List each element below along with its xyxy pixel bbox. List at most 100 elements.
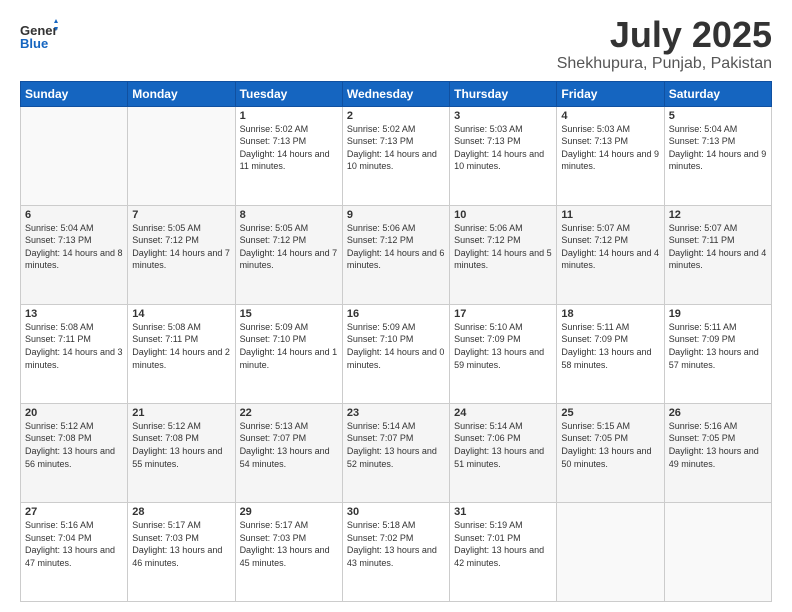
- calendar-cell: 21Sunrise: 5:12 AMSunset: 7:08 PMDayligh…: [128, 403, 235, 502]
- calendar-week-2: 6Sunrise: 5:04 AMSunset: 7:13 PMDaylight…: [21, 205, 772, 304]
- calendar-cell: [128, 106, 235, 205]
- day-info: Sunrise: 5:10 AMSunset: 7:09 PMDaylight:…: [454, 321, 552, 371]
- day-number: 10: [454, 209, 552, 221]
- calendar-table: SundayMondayTuesdayWednesdayThursdayFrid…: [20, 81, 772, 602]
- day-info: Sunrise: 5:03 AMSunset: 7:13 PMDaylight:…: [454, 123, 552, 173]
- calendar-cell: 26Sunrise: 5:16 AMSunset: 7:05 PMDayligh…: [664, 403, 771, 502]
- logo-icon: General Blue: [20, 15, 58, 53]
- calendar-cell: 1Sunrise: 5:02 AMSunset: 7:13 PMDaylight…: [235, 106, 342, 205]
- calendar-cell: 5Sunrise: 5:04 AMSunset: 7:13 PMDaylight…: [664, 106, 771, 205]
- calendar-cell: 18Sunrise: 5:11 AMSunset: 7:09 PMDayligh…: [557, 304, 664, 403]
- day-info: Sunrise: 5:07 AMSunset: 7:11 PMDaylight:…: [669, 222, 767, 272]
- day-info: Sunrise: 5:04 AMSunset: 7:13 PMDaylight:…: [669, 123, 767, 173]
- day-number: 24: [454, 407, 552, 419]
- day-info: Sunrise: 5:06 AMSunset: 7:12 PMDaylight:…: [454, 222, 552, 272]
- day-info: Sunrise: 5:18 AMSunset: 7:02 PMDaylight:…: [347, 519, 445, 569]
- day-header-sunday: Sunday: [21, 81, 128, 106]
- day-info: Sunrise: 5:07 AMSunset: 7:12 PMDaylight:…: [561, 222, 659, 272]
- calendar-week-3: 13Sunrise: 5:08 AMSunset: 7:11 PMDayligh…: [21, 304, 772, 403]
- calendar-cell: 17Sunrise: 5:10 AMSunset: 7:09 PMDayligh…: [450, 304, 557, 403]
- day-info: Sunrise: 5:08 AMSunset: 7:11 PMDaylight:…: [25, 321, 123, 371]
- day-info: Sunrise: 5:03 AMSunset: 7:13 PMDaylight:…: [561, 123, 659, 173]
- day-info: Sunrise: 5:16 AMSunset: 7:05 PMDaylight:…: [669, 420, 767, 470]
- calendar-cell: 11Sunrise: 5:07 AMSunset: 7:12 PMDayligh…: [557, 205, 664, 304]
- calendar-cell: [557, 502, 664, 601]
- day-number: 29: [240, 506, 338, 518]
- day-info: Sunrise: 5:04 AMSunset: 7:13 PMDaylight:…: [25, 222, 123, 272]
- day-number: 30: [347, 506, 445, 518]
- day-number: 12: [669, 209, 767, 221]
- day-number: 22: [240, 407, 338, 419]
- calendar-cell: 23Sunrise: 5:14 AMSunset: 7:07 PMDayligh…: [342, 403, 449, 502]
- calendar-cell: 22Sunrise: 5:13 AMSunset: 7:07 PMDayligh…: [235, 403, 342, 502]
- calendar-cell: 4Sunrise: 5:03 AMSunset: 7:13 PMDaylight…: [557, 106, 664, 205]
- calendar-cell: 27Sunrise: 5:16 AMSunset: 7:04 PMDayligh…: [21, 502, 128, 601]
- calendar-cell: 25Sunrise: 5:15 AMSunset: 7:05 PMDayligh…: [557, 403, 664, 502]
- calendar-cell: 8Sunrise: 5:05 AMSunset: 7:12 PMDaylight…: [235, 205, 342, 304]
- calendar-week-1: 1 Sunrise: 5:02 AMSunset: 7:13 PMDaylight…: [21, 106, 772, 205]
- day-number: 8: [240, 209, 338, 221]
- day-number: 11: [561, 209, 659, 221]
- day-info: Sunrise: 5:11 AMSunset: 7:09 PMDaylight:…: [561, 321, 659, 371]
- calendar-cell: 12Sunrise: 5:07 AMSunset: 7:11 PMDayligh…: [664, 205, 771, 304]
- calendar-cell: 2Sunrise: 5:02 AMSunset: 7:13 PMDaylight…: [342, 106, 449, 205]
- day-info: Sunrise: 5:02 AMSunset: 7:13 PMDaylight:…: [347, 123, 445, 173]
- day-info: Sunrise: 5:16 AMSunset: 7:04 PMDaylight:…: [25, 519, 123, 569]
- calendar-cell: 7Sunrise: 5:05 AMSunset: 7:12 PMDaylight…: [128, 205, 235, 304]
- calendar-cell: 16Sunrise: 5:09 AMSunset: 7:10 PMDayligh…: [342, 304, 449, 403]
- calendar-cell: 13Sunrise: 5:08 AMSunset: 7:11 PMDayligh…: [21, 304, 128, 403]
- day-number: 13: [25, 308, 123, 320]
- day-header-wednesday: Wednesday: [342, 81, 449, 106]
- calendar-week-4: 20Sunrise: 5:12 AMSunset: 7:08 PMDayligh…: [21, 403, 772, 502]
- calendar-cell: 20Sunrise: 5:12 AMSunset: 7:08 PMDayligh…: [21, 403, 128, 502]
- calendar-cell: 10Sunrise: 5:06 AMSunset: 7:12 PMDayligh…: [450, 205, 557, 304]
- title-block: July 2025 Shekhupura, Punjab, Pakistan: [557, 15, 772, 73]
- calendar-cell: 3Sunrise: 5:03 AMSunset: 7:13 PMDaylight…: [450, 106, 557, 205]
- day-number: 21: [132, 407, 230, 419]
- day-number: 6: [25, 209, 123, 221]
- day-info: Sunrise: 5:14 AMSunset: 7:06 PMDaylight:…: [454, 420, 552, 470]
- day-number: 4: [561, 110, 659, 122]
- day-info: Sunrise: 5:14 AMSunset: 7:07 PMDaylight:…: [347, 420, 445, 470]
- day-info: Sunrise: 5:05 AMSunset: 7:12 PMDaylight:…: [132, 222, 230, 272]
- day-number: 17: [454, 308, 552, 320]
- day-number: 9: [347, 209, 445, 221]
- day-number: 26: [669, 407, 767, 419]
- day-info: Sunrise: 5:12 AMSunset: 7:08 PMDaylight:…: [25, 420, 123, 470]
- calendar-cell: 14Sunrise: 5:08 AMSunset: 7:11 PMDayligh…: [128, 304, 235, 403]
- calendar-week-5: 27Sunrise: 5:16 AMSunset: 7:04 PMDayligh…: [21, 502, 772, 601]
- header: General Blue July 2025 Shekhupura, Punja…: [20, 15, 772, 73]
- day-number: 25: [561, 407, 659, 419]
- day-number: 31: [454, 506, 552, 518]
- day-info: Sunrise: 5:17 AMSunset: 7:03 PMDaylight:…: [240, 519, 338, 569]
- day-number: 27: [25, 506, 123, 518]
- day-number: 28: [132, 506, 230, 518]
- day-info: Sunrise: 5:11 AMSunset: 7:09 PMDaylight:…: [669, 321, 767, 371]
- day-number: 7: [132, 209, 230, 221]
- calendar-cell: 15Sunrise: 5:09 AMSunset: 7:10 PMDayligh…: [235, 304, 342, 403]
- day-info: Sunrise: 5:06 AMSunset: 7:12 PMDaylight:…: [347, 222, 445, 272]
- svg-text:Blue: Blue: [20, 36, 48, 51]
- day-number: 1: [240, 110, 338, 122]
- calendar-cell: [664, 502, 771, 601]
- day-header-monday: Monday: [128, 81, 235, 106]
- day-number: 14: [132, 308, 230, 320]
- day-info: Sunrise: 5:09 AMSunset: 7:10 PMDaylight:…: [347, 321, 445, 371]
- day-number: 16: [347, 308, 445, 320]
- calendar-cell: [21, 106, 128, 205]
- subtitle: Shekhupura, Punjab, Pakistan: [557, 55, 772, 73]
- day-number: 15: [240, 308, 338, 320]
- calendar-cell: 24Sunrise: 5:14 AMSunset: 7:06 PMDayligh…: [450, 403, 557, 502]
- day-number: 23: [347, 407, 445, 419]
- day-info: Sunrise: 5:09 AMSunset: 7:10 PMDaylight:…: [240, 321, 338, 371]
- page: General Blue July 2025 Shekhupura, Punja…: [0, 0, 792, 612]
- calendar-cell: 28Sunrise: 5:17 AMSunset: 7:03 PMDayligh…: [128, 502, 235, 601]
- day-number: 19: [669, 308, 767, 320]
- day-info: Sunrise: 5:19 AMSunset: 7:01 PMDaylight:…: [454, 519, 552, 569]
- day-info: Sunrise: 5:08 AMSunset: 7:11 PMDaylight:…: [132, 321, 230, 371]
- day-number: 2: [347, 110, 445, 122]
- day-header-friday: Friday: [557, 81, 664, 106]
- calendar-cell: 30Sunrise: 5:18 AMSunset: 7:02 PMDayligh…: [342, 502, 449, 601]
- logo: General Blue: [20, 15, 58, 53]
- calendar-cell: 9Sunrise: 5:06 AMSunset: 7:12 PMDaylight…: [342, 205, 449, 304]
